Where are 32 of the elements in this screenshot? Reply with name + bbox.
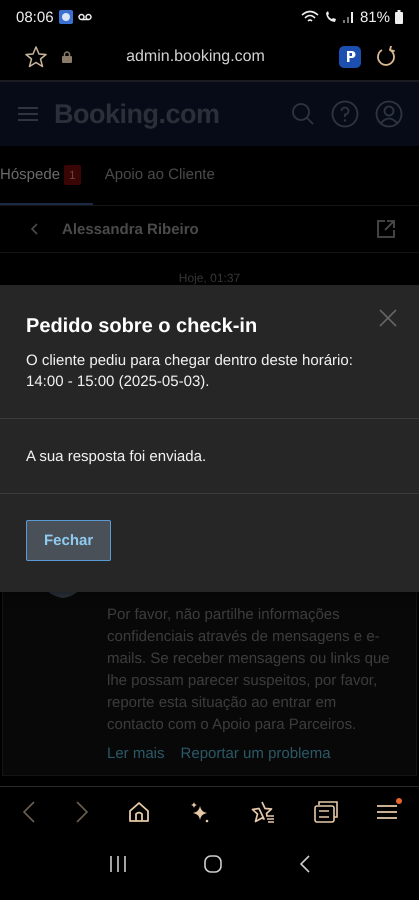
forward-icon[interactable] bbox=[75, 800, 90, 824]
signal-icon bbox=[342, 11, 355, 23]
status-time: 08:06 bbox=[16, 8, 54, 26]
reload-icon[interactable] bbox=[375, 46, 397, 68]
lock-icon bbox=[62, 51, 72, 63]
voicemail-icon bbox=[78, 13, 92, 21]
dialog-title: Pedido sobre o check-in bbox=[26, 314, 258, 338]
tab[interactable]: Hóspede 1 bbox=[0, 146, 93, 205]
tabs-count-icon[interactable] bbox=[314, 800, 338, 822]
recent-apps-icon[interactable] bbox=[108, 855, 126, 873]
home-icon[interactable] bbox=[128, 800, 150, 822]
battery-percent: 81% bbox=[360, 8, 390, 26]
count-badge: 1 bbox=[64, 164, 81, 184]
wifi-icon bbox=[300, 10, 319, 24]
parking-app-icon[interactable] bbox=[339, 46, 361, 68]
dialog-message: O cliente pediu para chegar dentro deste horário: 14:00 - 15:00 (2025-05-03). bbox=[26, 351, 354, 392]
star-icon[interactable] bbox=[24, 45, 48, 69]
sparkle-icon[interactable] bbox=[189, 800, 212, 822]
tab[interactable]: Apoio ao Cliente bbox=[92, 146, 227, 205]
notice-link[interactable]: Ler mais bbox=[107, 745, 165, 762]
confirmation-text: A sua resposta foi enviada. bbox=[26, 447, 208, 467]
home-button-icon[interactable] bbox=[204, 855, 222, 873]
close-icon[interactable] bbox=[379, 309, 397, 327]
app-notification-icon bbox=[58, 10, 73, 24]
bookmarks-icon[interactable] bbox=[250, 800, 275, 824]
battery-icon bbox=[395, 10, 403, 24]
wifi-call-icon bbox=[324, 10, 338, 24]
message-date: Hoje, 01:37 bbox=[178, 271, 240, 285]
notice-link[interactable]: Reportar um problema bbox=[180, 745, 331, 762]
close-button[interactable]: Fechar bbox=[26, 520, 112, 561]
url-text[interactable]: admin.booking.com bbox=[86, 48, 325, 66]
guest-name: Alessandra Ribeiro bbox=[62, 220, 199, 238]
